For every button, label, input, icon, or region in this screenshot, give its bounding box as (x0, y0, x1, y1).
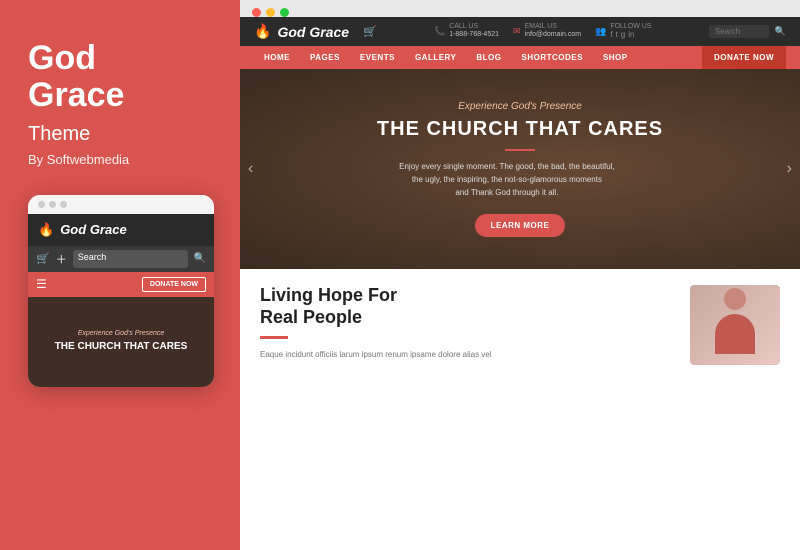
mobile-nav-bar: ☰ DONATE NOW (28, 272, 214, 297)
mobile-dot-2 (49, 201, 56, 208)
below-hero-image (690, 285, 780, 365)
below-hero-description: Eaque incidunt officiis larum ipsum renu… (260, 349, 674, 362)
mobile-dots (28, 195, 214, 214)
mobile-search-button[interactable]: 🔍 (194, 253, 206, 264)
site-contact: 📞 Call Us 1-888-768-4521 ✉ Email Us info… (377, 23, 709, 40)
person-head (724, 288, 746, 310)
browser-dot-minimize[interactable] (266, 8, 275, 17)
social-icons: f t g in (610, 30, 651, 39)
site-contact-phone: 📞 Call Us 1-888-768-4521 (434, 23, 499, 40)
site-hero: ‹ Experience God's Presence THE CHURCH T… (240, 69, 800, 269)
nav-shop[interactable]: SHOP (593, 46, 638, 69)
nav-events[interactable]: EVENTS (350, 46, 405, 69)
facebook-icon[interactable]: f (610, 30, 612, 39)
browser-dot-maximize[interactable] (280, 8, 289, 17)
theme-title: God Grace (28, 40, 212, 115)
nav-donate-button[interactable]: DONATE NOW (702, 46, 786, 69)
site-search-area: 🔍 (709, 25, 786, 38)
mobile-dot-1 (38, 201, 45, 208)
mobile-dot-3 (60, 201, 67, 208)
mobile-hero: Experience God's Presence THE CHURCH THA… (28, 297, 214, 387)
browser-chrome (240, 0, 800, 17)
hero-eyebrow: Experience God's Presence (377, 101, 663, 112)
email-label: Email Us (525, 23, 582, 30)
nav-blog[interactable]: BLOG (466, 46, 511, 69)
nav-items: HOME PAGES EVENTS GALLERY BLOG SHORTCODE… (254, 46, 702, 69)
mobile-donate-button[interactable]: DONATE NOW (142, 277, 206, 292)
hero-divider (505, 149, 535, 151)
hero-cta-button[interactable]: LEARN MORE (475, 214, 566, 237)
mobile-logo: God Grace (60, 222, 127, 237)
mobile-search-input[interactable]: Search (73, 250, 188, 268)
hero-description: Enjoy every single moment. The good, the… (377, 161, 637, 199)
below-hero-text: Living Hope For Real People Eaque incidu… (260, 285, 674, 534)
mobile-flame-icon: 🔥 (38, 222, 54, 238)
site-topbar: 🔥 God Grace 🛒 📞 Call Us 1-888-768-4521 ✉ (240, 17, 800, 46)
below-hero-title: Living Hope For Real People (260, 285, 674, 328)
hero-content: Experience God's Presence THE CHURCH THA… (377, 101, 663, 236)
website-frame: 🔥 God Grace 🛒 📞 Call Us 1-888-768-4521 ✉ (240, 17, 800, 550)
site-below-hero: Living Hope For Real People Eaque incidu… (240, 269, 800, 550)
mobile-mockup: 🔥 God Grace 🛒 ＋ Search 🔍 ☰ DONATE NOW Ex… (28, 195, 214, 387)
site-cart-icon[interactable]: 🛒 (363, 25, 377, 38)
theme-by: By Softwebmedia (28, 152, 212, 167)
email-value: info@domain.com (525, 30, 582, 40)
theme-subtitle: Theme (28, 123, 212, 146)
mobile-header: 🔥 God Grace (28, 214, 214, 246)
phone-icon: 📞 (434, 26, 445, 37)
mobile-search-bar: 🛒 ＋ Search 🔍 (28, 246, 214, 272)
mobile-hero-eyebrow: Experience God's Presence (78, 330, 165, 337)
left-panel: God Grace Theme By Softwebmedia 🔥 God Gr… (0, 0, 240, 550)
nav-home[interactable]: HOME (254, 46, 300, 69)
nav-shortcodes[interactable]: SHORTCODES (511, 46, 592, 69)
site-search-input[interactable] (709, 25, 769, 38)
mobile-hero-title: THE CHURCH THAT CARES (55, 341, 188, 353)
google-icon[interactable]: g (621, 30, 625, 39)
hero-next-arrow[interactable]: › (787, 160, 792, 178)
mobile-cart-icon[interactable]: 🛒 (36, 252, 50, 265)
person-silhouette (705, 288, 765, 363)
mobile-hamburger-icon[interactable]: ☰ (36, 277, 47, 291)
call-number: 1-888-768-4521 (449, 30, 499, 40)
email-icon: ✉ (513, 26, 521, 37)
hero-prev-arrow[interactable]: ‹ (248, 160, 253, 178)
call-label: Call Us (449, 23, 499, 30)
nav-pages[interactable]: PAGES (300, 46, 350, 69)
hero-title: THE CHURCH THAT CARES (377, 118, 663, 141)
twitter-icon[interactable]: t (616, 30, 618, 39)
site-logo: God Grace (277, 24, 349, 40)
follow-label: Follow Us (610, 23, 651, 30)
below-hero-divider (260, 336, 288, 339)
instagram-icon[interactable]: in (628, 30, 634, 39)
mobile-plus-icon[interactable]: ＋ (56, 251, 67, 267)
site-follow: 👥 Follow Us f t g in (595, 23, 651, 39)
site-search-button[interactable]: 🔍 (775, 26, 786, 37)
site-navbar: HOME PAGES EVENTS GALLERY BLOG SHORTCODE… (240, 46, 800, 69)
follow-icon: 👥 (595, 26, 606, 37)
nav-gallery[interactable]: GALLERY (405, 46, 466, 69)
site-contact-email: ✉ Email Us info@domain.com (513, 23, 581, 40)
right-panel: 🔥 God Grace 🛒 📞 Call Us 1-888-768-4521 ✉ (240, 0, 800, 550)
site-logo-area: 🔥 God Grace 🛒 (254, 23, 377, 40)
person-body (715, 314, 755, 354)
browser-dot-close[interactable] (252, 8, 261, 17)
site-flame-icon: 🔥 (254, 23, 271, 40)
